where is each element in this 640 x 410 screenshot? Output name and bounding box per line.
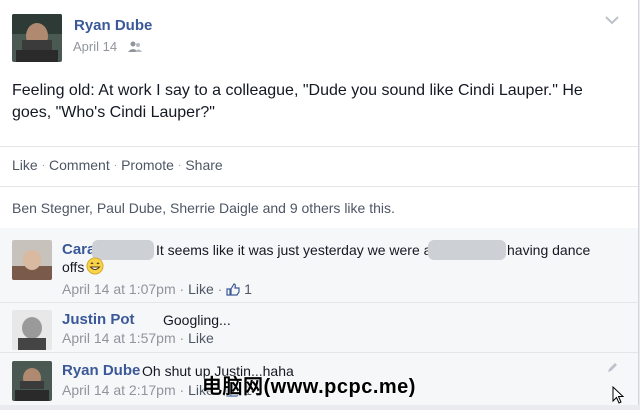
author-avatar[interactable] [12,14,62,62]
comment-divider [0,352,638,353]
separator: · [113,160,118,171]
comment-like-link[interactable]: Like [188,281,214,297]
action-bar: Like · Comment · Promote · Share [12,157,223,173]
comment-time[interactable]: April 14 at 1:07pm [62,281,176,297]
edit-pencil-icon[interactable] [606,361,618,379]
mouse-cursor-icon [612,385,626,410]
comment-divider [0,302,638,303]
comment-time[interactable]: April 14 at 2:17pm [62,382,176,398]
comment-text: Googling... [163,312,231,328]
comment-author[interactable]: Cara [62,241,95,258]
share-link[interactable]: Share [185,157,222,173]
grin-emoji-icon [86,257,104,280]
divider [0,186,638,187]
separator: · [41,160,46,171]
friends-icon [128,40,142,58]
separator: · [179,330,189,346]
comment-author[interactable]: Justin Pot [62,311,135,328]
like-link[interactable]: Like [12,157,38,173]
comment-text: offs [62,259,85,275]
post-text: Feeling old: At work I say to a colleagu… [12,82,583,121]
post-card: Ryan Dube April 14 Feeling old: At work … [0,0,639,405]
comment-link[interactable]: Comment [49,157,110,173]
comment-like-count[interactable]: 1 [244,281,252,297]
comment-text: It seems like it was just yesterday we w… [156,242,436,258]
separator: · [179,382,189,398]
separator: · [177,160,182,171]
post-author-name[interactable]: Ryan Dube [74,17,152,34]
watermark: 电脑网(www.pcpc.me) [202,376,416,398]
comment-meta: April 14 at 1:07pm · Like · 1 [62,281,252,299]
commenter-avatar[interactable] [12,361,52,401]
divider [0,146,638,147]
separator: · [179,281,189,297]
commenter-avatar[interactable] [12,240,52,280]
comment-time[interactable]: April 14 at 1:57pm [62,330,176,346]
thumbs-up-icon [226,283,240,299]
promote-link[interactable]: Promote [121,157,174,173]
comment-text: having dance [507,242,591,258]
commenter-avatar[interactable] [12,310,52,350]
redacted-place [428,240,506,260]
comment-author[interactable]: Ryan Dube [62,362,140,379]
comment-like-link[interactable]: Like [188,330,214,346]
separator: · [217,281,227,297]
likes-summary[interactable]: Ben Stegner, Paul Dube, Sherrie Daigle a… [12,200,395,216]
chevron-down-icon[interactable] [602,12,622,28]
comment-meta: April 14 at 1:57pm · Like [62,330,214,346]
post-date[interactable]: April 14 [73,39,117,54]
